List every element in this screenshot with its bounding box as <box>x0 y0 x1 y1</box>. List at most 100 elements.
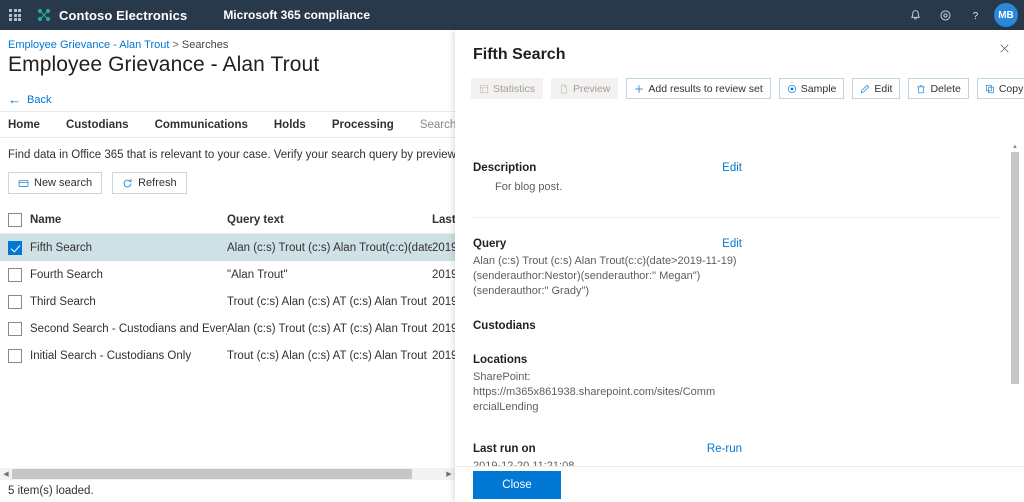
avatar[interactable]: MB <box>994 3 1018 27</box>
sample-icon <box>787 84 797 94</box>
preview-label: Preview <box>573 82 611 95</box>
breadcrumb-item-searches: Searches <box>181 39 229 51</box>
select-all-checkbox[interactable] <box>8 212 30 227</box>
row-query-text: Trout (c:s) Alan (c:s) AT (c:s) Alan Tro… <box>227 295 427 308</box>
row-name: Fifth Search <box>30 241 92 254</box>
add-results-label: Add results to review set <box>648 82 763 95</box>
tab-custodians[interactable]: Custodians <box>66 119 143 137</box>
close-button[interactable]: Close <box>473 470 561 499</box>
row-name: Third Search <box>30 295 96 308</box>
statistics-button[interactable]: Statistics <box>471 78 544 99</box>
svg-text:?: ? <box>972 10 978 21</box>
description-heading: Description <box>473 162 537 174</box>
tab-communications[interactable]: Communications <box>155 119 262 137</box>
row-checkbox[interactable] <box>8 321 30 336</box>
help-icon[interactable]: ? <box>960 0 990 30</box>
contoso-logo-icon <box>36 7 52 23</box>
locations-value: SharePoint: https://m365x861938.sharepoi… <box>473 371 716 414</box>
panel-toolbar: Statistics Preview Add results to review… <box>455 78 1024 99</box>
description-header: Description Edit <box>473 162 1000 174</box>
section-query: Query Edit Alan (c:s) Trout (c:s) Alan T… <box>455 238 1024 299</box>
preview-button[interactable]: Preview <box>551 78 619 99</box>
scroll-left-icon[interactable]: ◀ <box>0 468 12 480</box>
suite-header: Contoso Electronics Microsoft 365 compli… <box>0 0 1024 30</box>
description-edit-link[interactable]: Edit <box>722 162 742 174</box>
tab-home[interactable]: Home <box>8 119 54 137</box>
statistics-icon <box>479 84 489 94</box>
panel-footer: Close <box>455 466 1024 502</box>
query-value: Alan (c:s) Trout (c:s) Alan Trout(c:c)(d… <box>473 254 737 297</box>
header-actions: ? MB <box>900 0 1024 30</box>
new-search-label: New search <box>34 177 93 189</box>
edit-label: Edit <box>874 82 893 95</box>
back-button[interactable]: ← Back <box>8 93 51 106</box>
back-label: Back <box>27 93 52 106</box>
arrow-left-icon: ← <box>8 92 21 107</box>
breadcrumb-item-case[interactable]: Employee Grievance - Alan Trout <box>8 39 169 51</box>
panel-title: Fifth Search <box>473 46 566 63</box>
last-run-on-heading: Last run on <box>473 442 536 455</box>
breadcrumb-separator: > <box>172 39 179 51</box>
waffle-grid-icon <box>9 9 21 21</box>
waffle-icon[interactable] <box>0 0 30 30</box>
last-run-on-header: Last run on Re-run <box>473 443 1000 455</box>
row-checkbox[interactable] <box>8 240 30 255</box>
row-name: Fourth Search <box>30 268 103 281</box>
row-query-text: Alan (c:s) Trout (c:s) Alan Trout(c:c)(d… <box>227 241 432 254</box>
sample-button[interactable]: Sample <box>778 78 845 99</box>
query-heading: Query <box>473 237 507 250</box>
panel-scrollbar[interactable]: ▲ ▼ <box>1010 142 1020 498</box>
row-query-text: Alan (c:s) Trout (c:s) AT (c:s) Alan Tro… <box>227 322 428 335</box>
refresh-label: Refresh <box>138 177 177 189</box>
re-run-link[interactable]: Re-run <box>707 443 742 455</box>
status-bar: 5 item(s) loaded. <box>0 480 455 502</box>
refresh-icon <box>122 178 133 189</box>
row-name: Second Search - Custodians and Everythin… <box>30 322 227 335</box>
new-search-button[interactable]: New search <box>8 172 103 194</box>
trash-icon <box>916 84 926 94</box>
panel-body: Description Edit For blog post. Query Ed… <box>455 142 1024 502</box>
copy-label: Copy <box>998 82 1024 95</box>
statistics-label: Statistics <box>493 82 536 95</box>
row-query-text: "Alan Trout" <box>227 268 288 281</box>
close-icon[interactable] <box>994 38 1014 58</box>
row-checkbox[interactable] <box>8 294 30 309</box>
query-header: Query Edit <box>473 238 1000 250</box>
section-custodians: Custodians <box>455 320 1024 332</box>
scroll-right-icon[interactable]: ▶ <box>443 468 455 480</box>
custodians-header: Custodians <box>473 320 1000 332</box>
app-name[interactable]: Microsoft 365 compliance <box>223 8 370 22</box>
sample-label: Sample <box>800 82 837 95</box>
pencil-icon <box>860 84 870 94</box>
column-header-name[interactable]: Name <box>30 214 227 226</box>
query-edit-link[interactable]: Edit <box>722 238 742 250</box>
locations-header: Locations <box>473 354 1000 366</box>
delete-button[interactable]: Delete <box>908 78 969 99</box>
row-checkbox[interactable] <box>8 348 30 363</box>
custodians-heading: Custodians <box>473 320 536 333</box>
horizontal-scrollbar[interactable]: ◀ ▶ <box>0 468 455 480</box>
tab-processing[interactable]: Processing <box>332 119 408 137</box>
scroll-up-icon[interactable]: ▲ <box>1011 142 1019 152</box>
scrollbar-thumb[interactable] <box>12 469 412 479</box>
copy-button[interactable]: Copy <box>976 78 1024 99</box>
tab-holds[interactable]: Holds <box>274 119 320 137</box>
column-header-query-text[interactable]: Query text <box>227 214 432 226</box>
edit-button[interactable]: Edit <box>852 78 901 99</box>
brand-name: Contoso Electronics <box>59 7 188 23</box>
section-description: Description Edit For blog post. <box>455 162 1024 195</box>
settings-icon[interactable] <box>930 0 960 30</box>
section-locations: Locations SharePoint: https://m365x86193… <box>455 354 1024 415</box>
new-search-icon <box>18 178 29 189</box>
add-results-to-review-set-button[interactable]: Add results to review set <box>626 78 771 99</box>
copy-icon <box>985 84 995 94</box>
description-value: For blog post. <box>495 181 563 193</box>
row-checkbox[interactable] <box>8 267 30 282</box>
preview-icon <box>559 84 569 94</box>
row-name: Initial Search - Custodians Only <box>30 349 192 362</box>
notifications-icon[interactable] <box>900 0 930 30</box>
refresh-button[interactable]: Refresh <box>112 172 187 194</box>
panel-scrollbar-thumb[interactable] <box>1011 152 1019 384</box>
delete-label: Delete <box>930 82 961 95</box>
plus-icon <box>634 84 644 94</box>
